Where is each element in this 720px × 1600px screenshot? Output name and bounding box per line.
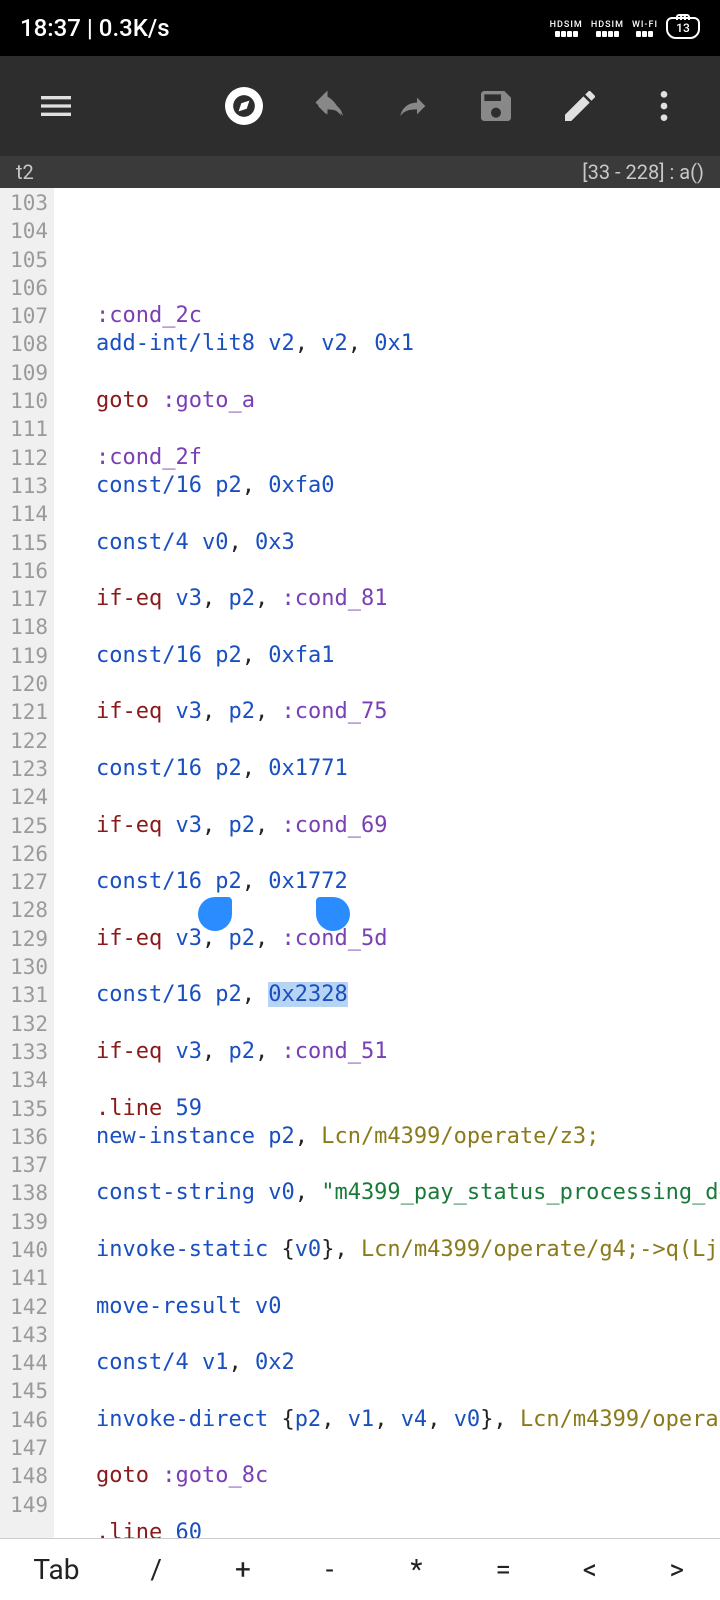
cursor-position: [33 - 228] : a() — [582, 160, 704, 184]
symbol-key-row: Tab/+-*=<> — [0, 1538, 720, 1600]
code-line[interactable]: if-eq v3, p2, :cond_81 — [96, 585, 720, 613]
code-line[interactable] — [96, 613, 720, 641]
code-line[interactable]: if-eq v3, p2, :cond_69 — [96, 812, 720, 840]
toolbar — [0, 56, 720, 156]
status-indicators: HDSIM HDSIM WI-FI 13 — [550, 17, 700, 39]
code-line[interactable]: const/16 p2, 0x1772 — [96, 868, 720, 896]
code-line[interactable] — [96, 1151, 720, 1179]
undo-button[interactable] — [286, 64, 370, 148]
code-line[interactable]: .line 60 — [96, 1519, 720, 1538]
code-line[interactable]: goto :goto_a — [96, 387, 720, 415]
code-line[interactable] — [96, 953, 720, 981]
key-<[interactable]: < — [547, 1553, 634, 1586]
code-line[interactable] — [96, 727, 720, 755]
save-icon — [476, 86, 516, 126]
code-line[interactable] — [96, 840, 720, 868]
hamburger-icon — [36, 86, 76, 126]
status-time: 18:37 | 0.3K/s — [20, 14, 170, 42]
code-line[interactable] — [96, 670, 720, 698]
code-line[interactable] — [96, 783, 720, 811]
code-editor[interactable]: 1031041051061071081091101111121131141151… — [0, 188, 720, 1538]
code-line[interactable]: const/16 p2, 0xfa1 — [96, 642, 720, 670]
code-line[interactable]: :cond_2c — [96, 302, 720, 330]
info-bar: t2 [33 - 228] : a() — [0, 156, 720, 188]
wifi-icon: WI-FI — [632, 20, 658, 37]
code-line[interactable]: invoke-static {v0}, Lcn/m4399/operate/g4… — [96, 1236, 720, 1264]
key->[interactable]: > — [633, 1553, 720, 1586]
battery-icon: 13 — [666, 17, 700, 39]
key-/[interactable]: / — [113, 1553, 200, 1586]
code-line[interactable] — [96, 359, 720, 387]
more-vert-icon — [644, 86, 684, 126]
selection-handle-left[interactable] — [198, 897, 232, 931]
key-=[interactable]: = — [460, 1553, 547, 1586]
code-line[interactable]: move-result v0 — [96, 1293, 720, 1321]
key--[interactable]: - — [286, 1553, 373, 1586]
code-line[interactable]: const/16 p2, 0x2328 — [96, 981, 720, 1009]
tab-name[interactable]: t2 — [16, 160, 34, 184]
code-line[interactable]: const/4 v1, 0x2 — [96, 1349, 720, 1377]
selection-handle-right[interactable] — [316, 897, 350, 931]
line-gutter: 1031041051061071081091101111121131141151… — [0, 188, 54, 1538]
code-line[interactable]: add-int/lit8 v2, v2, 0x1 — [96, 330, 720, 358]
compass-icon — [225, 87, 263, 125]
code-line[interactable]: goto :goto_8c — [96, 1462, 720, 1490]
save-button[interactable] — [454, 64, 538, 148]
edit-button[interactable] — [538, 64, 622, 148]
code-line[interactable] — [96, 1010, 720, 1038]
code-line[interactable] — [96, 1264, 720, 1292]
menu-button[interactable] — [14, 64, 98, 148]
undo-icon — [308, 86, 348, 126]
code-line[interactable]: const/16 p2, 0x1771 — [96, 755, 720, 783]
code-line[interactable] — [96, 1208, 720, 1236]
code-line[interactable]: const/4 v0, 0x3 — [96, 529, 720, 557]
code-line[interactable] — [96, 1491, 720, 1519]
code-line[interactable]: :cond_2f — [96, 444, 720, 472]
code-line[interactable]: const-string v0, "m4399_pay_status_proce… — [96, 1179, 720, 1207]
code-line[interactable]: const/16 p2, 0xfa0 — [96, 472, 720, 500]
redo-button[interactable] — [370, 64, 454, 148]
pencil-icon — [560, 86, 600, 126]
code-line[interactable]: if-eq v3, p2, :cond_5d — [96, 925, 720, 953]
sim2-icon: HDSIM — [591, 20, 624, 37]
code-line[interactable]: invoke-direct {p2, v1, v4, v0}, Lcn/m439… — [96, 1406, 720, 1434]
code-line[interactable] — [96, 1377, 720, 1405]
key-+[interactable]: + — [200, 1553, 287, 1586]
code-line[interactable]: if-eq v3, p2, :cond_51 — [96, 1038, 720, 1066]
redo-icon — [392, 86, 432, 126]
code-line[interactable] — [96, 896, 720, 924]
code-line[interactable] — [96, 500, 720, 528]
code-line[interactable] — [96, 557, 720, 585]
code-line[interactable]: new-instance p2, Lcn/m4399/operate/z3; — [96, 1123, 720, 1151]
code-line[interactable] — [96, 1066, 720, 1094]
code-line[interactable]: .line 59 — [96, 1095, 720, 1123]
code-line[interactable] — [96, 1321, 720, 1349]
code-line[interactable]: if-eq v3, p2, :cond_75 — [96, 698, 720, 726]
code-line[interactable] — [96, 415, 720, 443]
overflow-button[interactable] — [622, 64, 706, 148]
key-tab[interactable]: Tab — [0, 1553, 113, 1586]
status-bar: 18:37 | 0.3K/s HDSIM HDSIM WI-FI 13 — [0, 0, 720, 56]
sim1-icon: HDSIM — [550, 20, 583, 37]
explore-button[interactable] — [202, 64, 286, 148]
code-area[interactable]: :cond_2cadd-int/lit8 v2, v2, 0x1 goto :g… — [54, 188, 720, 1538]
code-line[interactable] — [96, 1434, 720, 1462]
key-*[interactable]: * — [373, 1553, 460, 1586]
